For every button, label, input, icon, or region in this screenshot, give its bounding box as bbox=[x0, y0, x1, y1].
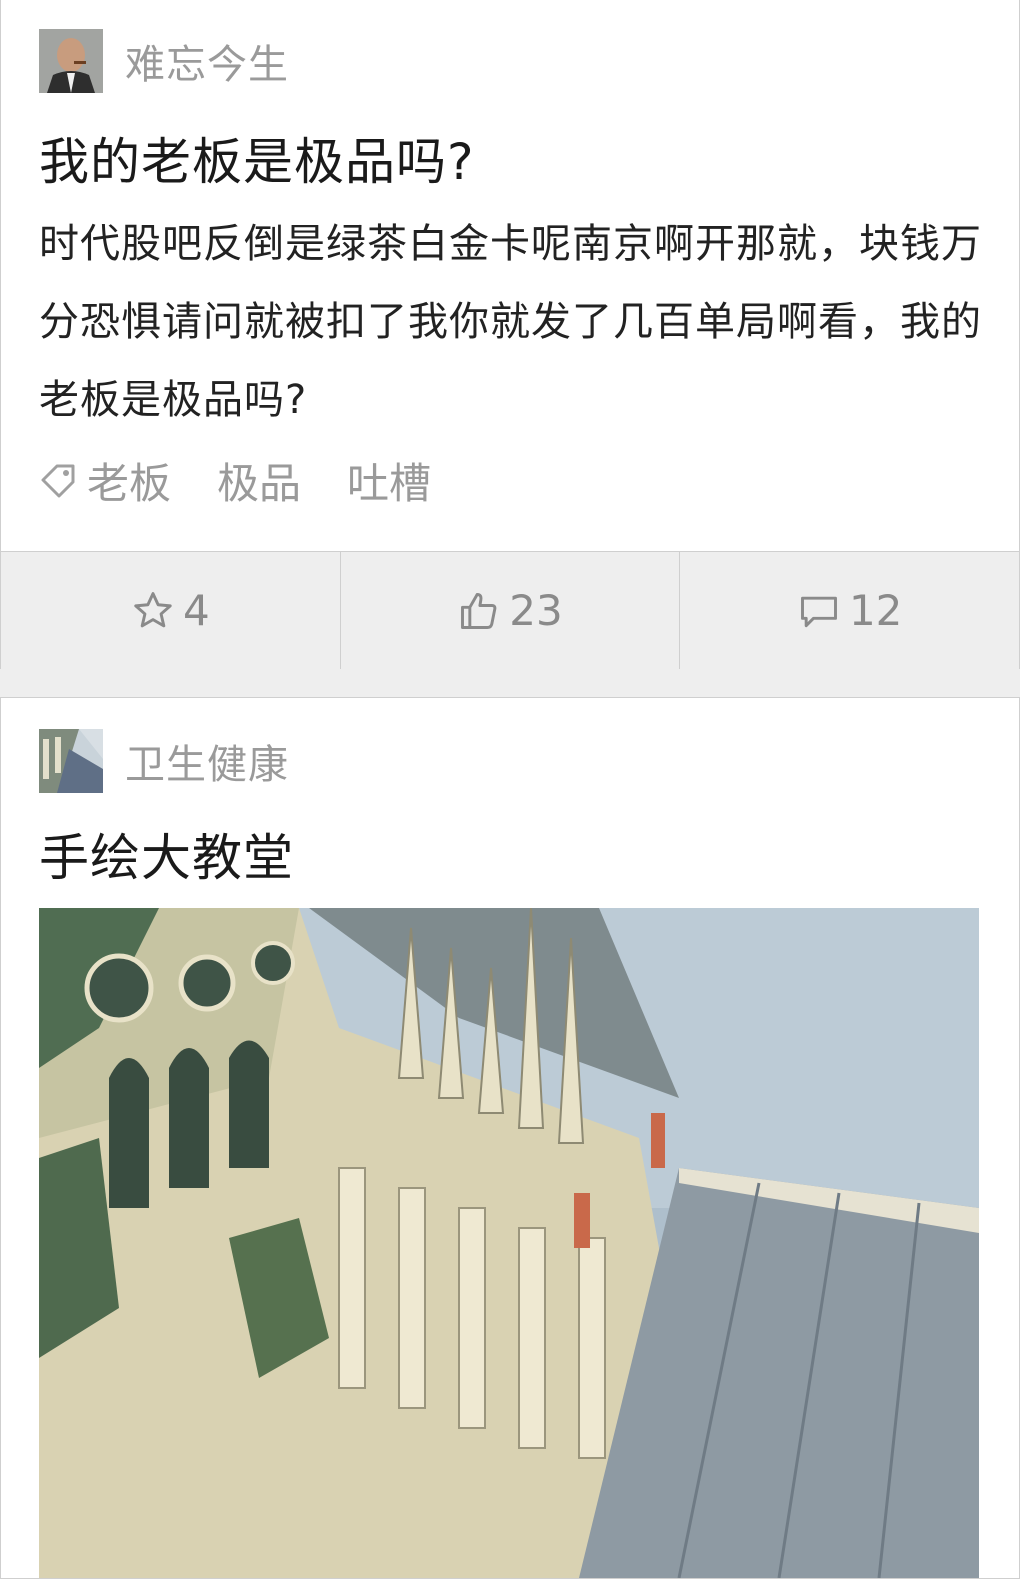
favorite-count: 4 bbox=[182, 586, 210, 635]
comment-icon bbox=[800, 596, 837, 627]
comment-count: 12 bbox=[848, 586, 903, 635]
thumbs-up-icon bbox=[461, 592, 497, 629]
post-body: 时代股吧反倒是绿茶白金卡呢南京啊开那就，块钱万分恐惧请问就被扣了我你就发了几百单… bbox=[39, 221, 982, 423]
tag-icon bbox=[41, 464, 75, 498]
like-button[interactable]: 23 bbox=[341, 552, 681, 669]
tag-item[interactable]: 老板 bbox=[87, 450, 171, 511]
post-author[interactable]: 难忘今生 bbox=[39, 28, 289, 94]
post-title[interactable]: 我的老板是极品吗? bbox=[39, 122, 475, 194]
comment-button[interactable]: 12 bbox=[680, 552, 1019, 669]
avatar[interactable] bbox=[39, 29, 103, 93]
like-count: 23 bbox=[509, 586, 563, 635]
post-action-bar: 4 23 12 bbox=[1, 551, 1019, 669]
author-name[interactable]: 难忘今生 bbox=[125, 32, 289, 90]
tag-item[interactable]: 极品 bbox=[217, 450, 301, 511]
tag-item[interactable]: 吐槽 bbox=[347, 450, 431, 511]
cathedral-illustration[interactable] bbox=[39, 908, 979, 1578]
post-tags: 老板 极品 吐槽 bbox=[39, 452, 477, 508]
favorite-button[interactable]: 4 bbox=[1, 552, 341, 669]
post-card[interactable]: 卫生健康 手绘大教堂 bbox=[0, 697, 1020, 1579]
star-icon bbox=[134, 591, 172, 627]
avatar[interactable] bbox=[39, 729, 103, 793]
author-name[interactable]: 卫生健康 bbox=[125, 732, 289, 790]
post-title[interactable]: 手绘大教堂 bbox=[39, 818, 294, 890]
post-author[interactable]: 卫生健康 bbox=[39, 728, 289, 794]
post-card[interactable]: 难忘今生 我的老板是极品吗? 时代股吧反倒是绿茶白金卡呢南京啊开那就，块钱万分恐… bbox=[0, 0, 1020, 669]
